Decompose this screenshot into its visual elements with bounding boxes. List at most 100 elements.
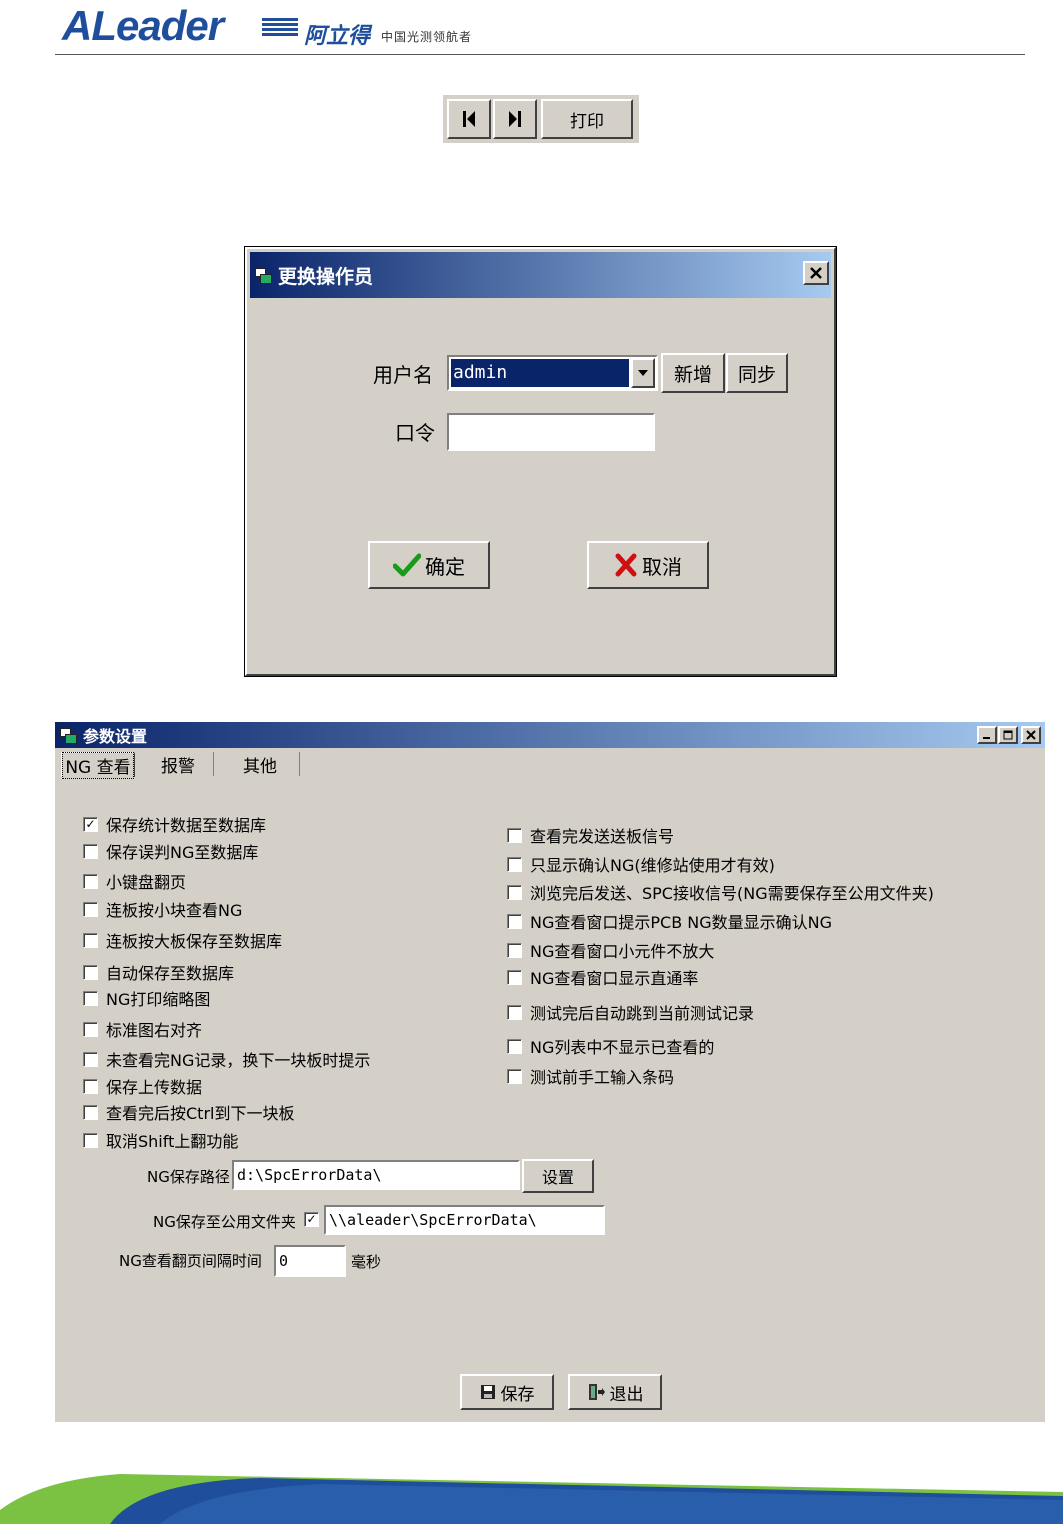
param-window-titlebar: 参数设置 xyxy=(55,722,1045,748)
checkbox[interactable] xyxy=(83,1104,98,1120)
checkbox[interactable] xyxy=(507,969,522,985)
checkbox[interactable] xyxy=(507,1068,522,1084)
save-button[interactable]: 保存 xyxy=(460,1374,554,1410)
password-label: 口令 xyxy=(395,421,435,445)
print-label: 打印 xyxy=(570,111,604,132)
option-show-yield[interactable]: NG查看窗口显示直通率 xyxy=(507,965,698,989)
option-cancel-shift[interactable]: 取消Shift上翻功能 xyxy=(83,1128,238,1152)
tab-ng-view[interactable]: NG 查看 xyxy=(61,751,135,779)
next-record-button[interactable] xyxy=(493,99,537,139)
username-combobox[interactable]: admin xyxy=(447,355,658,391)
checkbox[interactable] xyxy=(83,1132,98,1148)
maximize-icon xyxy=(1003,730,1013,740)
checkbox[interactable] xyxy=(83,990,98,1006)
ng-path-input[interactable]: d:\SpcErrorData\ xyxy=(232,1160,520,1190)
minimize-icon xyxy=(983,737,990,739)
sync-button[interactable]: 同步 xyxy=(726,353,788,393)
close-button[interactable] xyxy=(1021,726,1041,744)
checkbox[interactable] xyxy=(507,884,522,900)
checkbox[interactable] xyxy=(83,843,98,859)
option-send-board-signal[interactable]: 查看完发送送板信号 xyxy=(507,823,674,847)
checkbox[interactable] xyxy=(83,1021,98,1037)
add-user-button[interactable]: 新增 xyxy=(661,353,725,393)
logo-bars xyxy=(262,18,298,40)
username-label: 用户名 xyxy=(373,363,433,387)
exit-button[interactable]: 退出 xyxy=(568,1374,662,1410)
option-save-misjudge[interactable]: 保存误判NG至数据库 xyxy=(83,839,258,863)
checkbox[interactable] xyxy=(83,932,98,948)
skip-forward-icon xyxy=(509,111,521,127)
option-manual-barcode[interactable]: 测试前手工输入条码 xyxy=(507,1064,674,1088)
ok-button[interactable]: 确定 xyxy=(368,541,490,589)
operator-dialog-titlebar: 更换操作员 xyxy=(250,252,831,298)
checkbox[interactable]: ✓ xyxy=(304,1212,319,1227)
tab-alarm-label: 报警 xyxy=(161,756,195,777)
check-icon xyxy=(393,553,421,577)
option-save-upload[interactable]: 保存上传数据 xyxy=(83,1074,202,1098)
checkbox[interactable] xyxy=(83,1078,98,1094)
exit-label: 退出 xyxy=(609,1384,644,1405)
print-button[interactable]: 打印 xyxy=(541,99,633,139)
set-path-button[interactable]: 设置 xyxy=(522,1159,594,1193)
password-input[interactable] xyxy=(447,413,655,451)
option-auto-save[interactable]: 自动保存至数据库 xyxy=(83,960,234,984)
skip-back-icon xyxy=(463,111,475,127)
interval-label: NG查看翻页间隔时间 xyxy=(119,1252,262,1270)
logo-text: ALeader xyxy=(62,2,224,49)
tab-ng-view-label: NG 查看 xyxy=(62,751,134,779)
option-keypad-paging[interactable]: 小键盘翻页 xyxy=(83,869,186,893)
ok-label: 确定 xyxy=(425,554,465,579)
header-divider xyxy=(55,54,1025,55)
operator-dialog-title: 更换操作员 xyxy=(278,265,374,288)
sync-label: 同步 xyxy=(737,363,776,386)
option-panel-large-board[interactable]: 连板按大板保存至数据库 xyxy=(83,928,282,952)
public-folder-label: NG保存至公用文件夹 xyxy=(153,1213,296,1231)
cancel-button[interactable]: 取消 xyxy=(587,541,709,589)
tab-alarm[interactable]: 报警 xyxy=(143,752,214,777)
checkbox[interactable] xyxy=(507,1038,522,1054)
minimize-button[interactable] xyxy=(977,726,997,744)
option-hide-viewed[interactable]: NG列表中不显示已查看的 xyxy=(507,1034,714,1058)
option-jump-current[interactable]: 测试完后自动跳到当前测试记录 xyxy=(507,1000,754,1024)
checkbox[interactable] xyxy=(507,856,522,872)
cancel-label: 取消 xyxy=(642,554,682,579)
save-label: 保存 xyxy=(500,1384,535,1405)
floppy-disk-icon xyxy=(480,1385,495,1399)
option-prompt-next-board[interactable]: 未查看完NG记录，换下一块板时提示 xyxy=(83,1047,370,1071)
option-align-right[interactable]: 标准图右对齐 xyxy=(83,1017,202,1041)
option-pcb-ng-count[interactable]: NG查看窗口提示PCB NG数量显示确认NG xyxy=(507,909,832,933)
maximize-button[interactable] xyxy=(998,726,1018,744)
tab-other[interactable]: 其他 xyxy=(221,752,300,777)
close-button[interactable] xyxy=(803,261,829,285)
username-dropdown-button[interactable] xyxy=(631,358,655,388)
username-value: admin xyxy=(451,359,629,387)
option-save-stats[interactable]: ✓ 保存统计数据至数据库 xyxy=(83,812,266,836)
checkbox[interactable] xyxy=(507,827,522,843)
checkbox[interactable] xyxy=(83,964,98,980)
checkbox[interactable] xyxy=(507,942,522,958)
option-show-confirmed-ng[interactable]: 只显示确认NG(维修站使用才有效) xyxy=(507,852,775,876)
option-no-zoom-small[interactable]: NG查看窗口小元件不放大 xyxy=(507,938,714,962)
add-user-label: 新增 xyxy=(673,363,712,386)
checkbox[interactable] xyxy=(507,1004,522,1020)
cross-icon xyxy=(615,553,637,577)
tab-other-label: 其他 xyxy=(243,756,277,777)
option-ctrl-next[interactable]: 查看完后按Ctrl到下一块板 xyxy=(83,1100,294,1124)
first-record-button[interactable] xyxy=(447,99,491,139)
checkbox[interactable] xyxy=(83,873,98,889)
option-panel-small-block[interactable]: 连板按小块查看NG xyxy=(83,897,242,921)
checkbox[interactable] xyxy=(507,913,522,929)
option-spc-signal[interactable]: 浏览完后发送、SPC接收信号(NG需要保存至公用文件夹) xyxy=(507,880,934,904)
app-icon xyxy=(59,727,77,744)
close-icon xyxy=(810,267,822,279)
close-icon xyxy=(1026,730,1036,740)
tab-bar: NG 查看 报警 其他 xyxy=(59,750,309,779)
checkbox[interactable] xyxy=(83,901,98,917)
chevron-down-icon xyxy=(638,370,648,376)
interval-input[interactable]: 0 xyxy=(274,1245,346,1277)
footer-wave-decoration xyxy=(0,1474,1063,1524)
public-folder-input[interactable]: \\aleader\SpcErrorData\ xyxy=(324,1205,605,1235)
checkbox[interactable] xyxy=(83,1051,98,1067)
checkbox[interactable]: ✓ xyxy=(83,816,98,832)
option-print-thumbnail[interactable]: NG打印缩略图 xyxy=(83,986,210,1010)
